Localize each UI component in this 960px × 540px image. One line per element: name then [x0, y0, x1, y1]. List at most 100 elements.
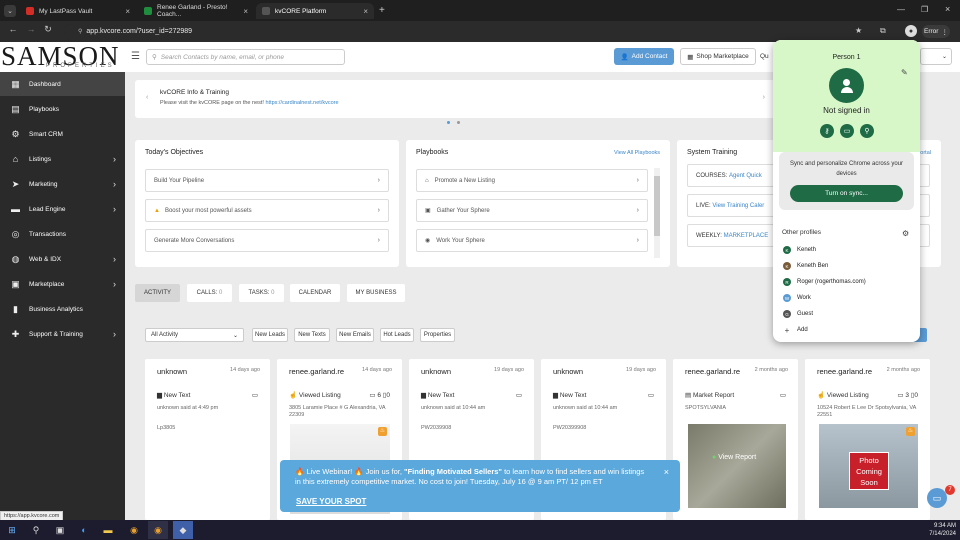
shop-marketplace-button[interactable]: ▦ Shop Marketplace — [680, 48, 756, 65]
reload-icon[interactable]: ↻ — [41, 24, 55, 35]
file-explorer-icon[interactable]: ▬ — [98, 521, 118, 539]
close-icon[interactable]: × — [125, 7, 130, 16]
forward-icon[interactable]: → — [24, 24, 38, 34]
app-icon[interactable]: ◆ — [173, 521, 193, 539]
save-your-spot-link[interactable]: SAVE YOUR SPOT — [296, 497, 366, 507]
restore-icon[interactable]: ❐ — [921, 5, 928, 14]
close-window-icon[interactable]: × — [945, 4, 950, 14]
sidebar-item-web-idx[interactable]: ◍ Web & IDX › — [0, 247, 125, 271]
chrome-icon[interactable]: ◉ — [148, 521, 168, 539]
taskbar-clock[interactable]: 9:34 AM 7/14/2024 — [900, 522, 956, 538]
new-tab-icon[interactable]: + — [379, 5, 385, 16]
playbook-promote-listing[interactable]: ⌂ Promote a New Listing › — [416, 169, 648, 192]
hamburger-menu-icon[interactable]: ☰ — [131, 51, 140, 62]
tab-search-icon[interactable]: ⌄ — [4, 5, 16, 17]
sidebar-item-playbooks[interactable]: ▤ Playbooks — [0, 97, 125, 121]
contact-name[interactable]: renee.garland.re — [817, 367, 872, 376]
training-portal-link[interactable]: ortal — [920, 150, 931, 156]
profile-item[interactable]: W Work — [783, 291, 811, 305]
site-info-icon[interactable]: ⚲ — [78, 28, 82, 35]
carousel-prev-icon[interactable]: ‹ — [146, 94, 148, 101]
playbook-work-sphere[interactable]: ◉ Work Your Sphere › — [416, 229, 648, 252]
carousel-dot[interactable] — [447, 121, 450, 124]
profile-item[interactable]: K Keneth Ben — [783, 259, 828, 273]
contact-name[interactable]: unknown — [421, 367, 451, 376]
view-all-playbooks-link[interactable]: View All Playbooks — [614, 150, 660, 156]
extensions-icon[interactable]: ⧉ — [880, 26, 886, 36]
profile-item[interactable]: K Keneth — [783, 243, 816, 257]
back-icon[interactable]: ← — [6, 24, 20, 34]
taskbar-search-icon[interactable]: ⚲ — [26, 521, 46, 539]
profile-item[interactable]: R Roger (rogerthomas.com) — [783, 275, 866, 289]
playbooks-scrollbar[interactable] — [654, 168, 660, 258]
contact-name[interactable]: unknown — [553, 367, 583, 376]
scrollbar-thumb[interactable] — [654, 176, 660, 236]
contact-name[interactable]: renee.garland.re — [289, 367, 344, 376]
tab-calendar[interactable]: CALENDAR — [290, 284, 340, 302]
contact-name[interactable]: unknown — [157, 367, 187, 376]
sidebar-item-business-analytics[interactable]: ▮ Business Analytics — [0, 297, 125, 321]
address-bar[interactable]: ⚲ app.kvcore.com/?user_id=272989 — [64, 24, 874, 39]
filter-new-leads[interactable]: New Leads — [252, 328, 288, 342]
filter-properties[interactable]: Properties — [420, 328, 455, 342]
manage-profiles-gear-icon[interactable]: ⚙ — [902, 229, 909, 238]
sidebar-item-transactions[interactable]: ◎ Transactions — [0, 222, 125, 246]
sidebar-item-lead-engine[interactable]: ▬ Lead Engine › — [0, 197, 125, 221]
tab-calls[interactable]: CALLS: 0 — [187, 284, 232, 302]
sidebar-item-marketing[interactable]: ➤ Marketing › — [0, 172, 125, 196]
turn-on-sync-button[interactable]: Turn on sync... — [790, 185, 903, 202]
objective-generate-conversations[interactable]: Generate More Conversations › — [145, 229, 389, 252]
payment-card-icon[interactable]: ▭ — [840, 124, 854, 138]
header-dropdown[interactable]: ⌄ — [920, 48, 952, 65]
profile-item[interactable]: + Add — [783, 323, 808, 337]
windows-start-icon[interactable]: ⊞ — [2, 521, 22, 539]
more-menu-icon[interactable]: ⋮ — [941, 28, 948, 36]
listing-photo[interactable]: Photo Coming Soon ♨ — [819, 424, 918, 508]
tab-activity[interactable]: ACTIVITY — [135, 284, 180, 302]
sidebar-item-marketplace[interactable]: ▣ Marketplace › — [0, 272, 125, 296]
chat-button[interactable]: ▭ — [927, 488, 947, 508]
filter-hot-leads[interactable]: Hot Leads — [380, 328, 414, 342]
profile-avatar-icon[interactable]: ● — [905, 25, 917, 37]
minimize-icon[interactable]: — — [897, 5, 905, 14]
carousel-dot[interactable] — [457, 121, 460, 124]
chrome-icon[interactable]: ◉ — [124, 521, 144, 539]
edge-icon[interactable]: ◐ — [74, 521, 94, 539]
quick-actions-button[interactable]: Qu — [760, 48, 774, 65]
activity-card[interactable]: unknown 14 days ago ▆ New Text unknown said… — [145, 359, 270, 520]
contact-search-input[interactable]: ⚲ Search Contacts by name, email, or pho… — [146, 49, 345, 65]
close-icon[interactable]: × — [243, 7, 248, 16]
view-report-label[interactable]: ● View Report — [712, 454, 756, 461]
carousel-next-icon[interactable]: › — [763, 94, 765, 101]
add-contact-button[interactable]: 👤 Add Contact — [614, 48, 674, 65]
sidebar-item-listings[interactable]: ⌂ Listings › — [0, 147, 125, 171]
tab-my-business[interactable]: MY BUSINESS — [347, 284, 405, 302]
browser-tab-lastpass[interactable]: My LastPass Vault × — [20, 3, 136, 19]
contact-name[interactable]: renee.garland.re — [685, 367, 740, 376]
sidebar-item-support-training[interactable]: ✚ Support & Training › — [0, 322, 125, 346]
close-icon[interactable]: × — [363, 7, 368, 16]
bookmark-star-icon[interactable]: ★ — [855, 26, 862, 35]
activity-filter-select[interactable]: All Activity ⌄ — [145, 328, 244, 342]
sidebar-item-smart-crm[interactable]: ⚙ Smart CRM — [0, 122, 125, 146]
profile-item[interactable]: G Guest — [783, 307, 813, 321]
addresses-pin-icon[interactable]: ⚲ — [860, 124, 874, 138]
sidebar-item-dashboard[interactable]: ▦ Dashboard — [0, 72, 125, 96]
training-row-link[interactable]: MARKETPLACE — [724, 233, 769, 239]
tab-tasks[interactable]: TASKS: 0 — [239, 284, 284, 302]
info-link[interactable]: https://cardinalnest.net/kvcore — [265, 100, 338, 106]
edit-pencil-icon[interactable]: ✎ — [901, 68, 908, 77]
passwords-key-icon[interactable]: ⚷ — [820, 124, 834, 138]
training-row-link[interactable]: Agent Quick — [729, 173, 762, 179]
filter-new-texts[interactable]: New Texts — [294, 328, 330, 342]
task-view-icon[interactable]: ▣ — [50, 521, 70, 539]
training-row-link[interactable]: View Training Caler — [712, 203, 764, 209]
close-icon[interactable]: × — [664, 467, 669, 477]
playbook-gather-sphere[interactable]: ▣ Gather Your Sphere › — [416, 199, 648, 222]
objective-boost-assets[interactable]: ▲ Boost your most powerful assets › — [145, 199, 389, 222]
objective-build-pipeline[interactable]: Build Your Pipeline › — [145, 169, 389, 192]
browser-tab-kvcore[interactable]: kvCORE Platform × — [256, 3, 374, 19]
browser-tab-presto[interactable]: Renee Garland - Presto! Coach... × — [138, 3, 254, 19]
filter-new-emails[interactable]: New Emails — [336, 328, 374, 342]
error-chip[interactable]: Error ⋮ — [922, 25, 950, 38]
